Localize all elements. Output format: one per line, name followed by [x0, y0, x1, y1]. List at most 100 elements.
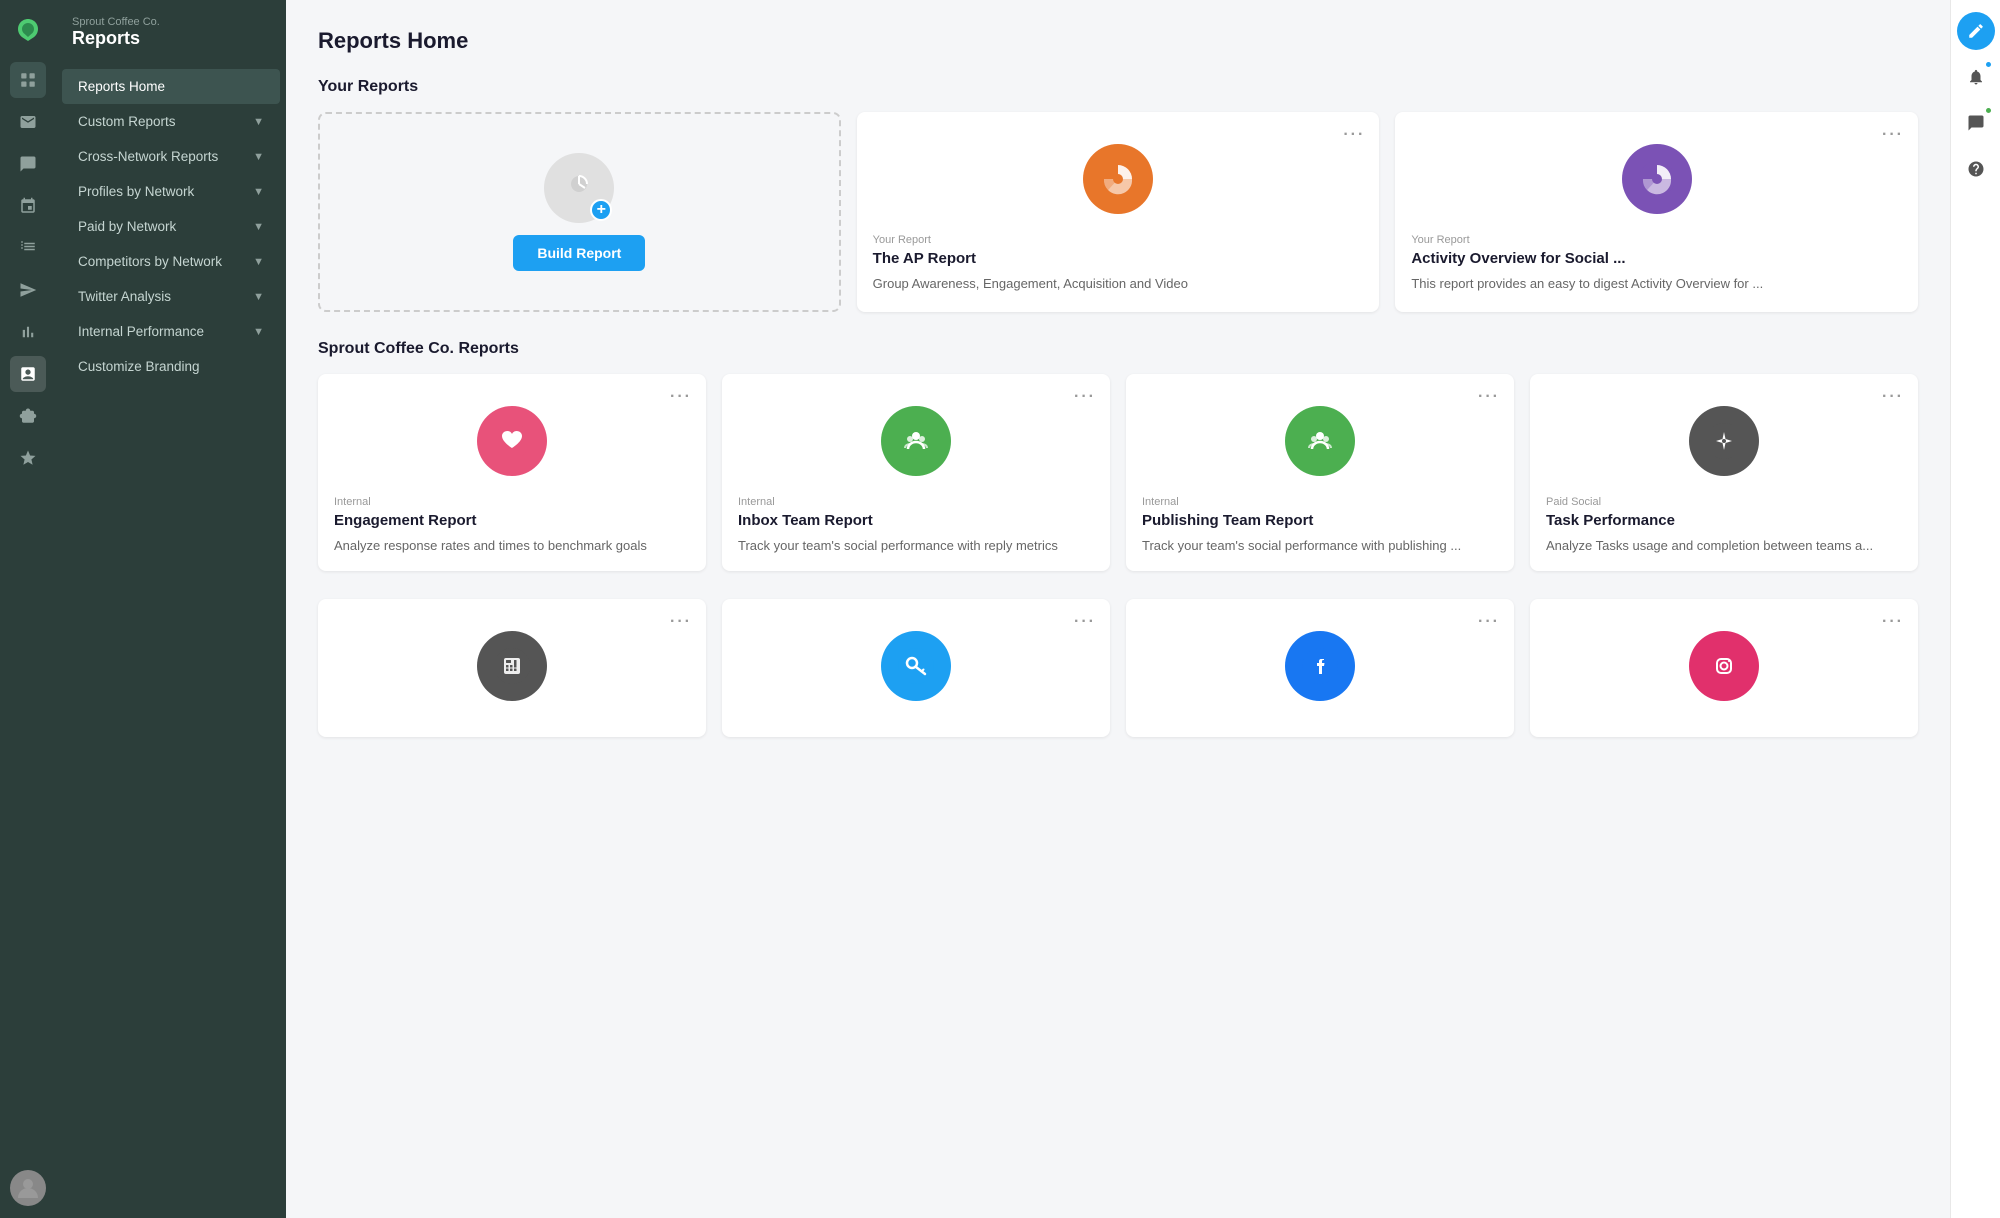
right-bar: [1950, 0, 2000, 1218]
company-report-card-6[interactable]: ···: [722, 599, 1110, 737]
company-reports-section-title: Sprout Coffee Co. Reports: [318, 340, 1918, 358]
facebook-icon-circle: [1285, 631, 1355, 701]
sidebar-item-internal-performance[interactable]: Internal Performance ▼: [62, 314, 280, 349]
card-more-menu-8[interactable]: ···: [1074, 613, 1096, 631]
sidebar-item-twitter-analysis[interactable]: Twitter Analysis ▼: [62, 279, 280, 314]
icon-bar: [0, 0, 56, 1218]
company-report-card-5[interactable]: ···: [318, 599, 706, 737]
sidebar-item-label: Cross-Network Reports: [78, 149, 218, 164]
sidebar-item-label: Twitter Analysis: [78, 289, 171, 304]
publishing-team-report-card[interactable]: ··· Internal Publishing Team Report Trac…: [1126, 374, 1514, 571]
card-more-menu-5[interactable]: ···: [1478, 388, 1500, 406]
company-reports-grid-1: ··· Internal Engagement Report Analyze r…: [318, 374, 1918, 571]
calculator-icon-circle: [477, 631, 547, 701]
nav-inbox-icon[interactable]: [10, 104, 46, 140]
your-report-card-1[interactable]: ··· Your Report The AP Report Group Awar…: [857, 112, 1380, 312]
report-icon-circle-1: [1083, 144, 1153, 214]
card-more-menu-7[interactable]: ···: [670, 613, 692, 631]
chevron-down-icon: ▼: [253, 116, 264, 128]
card-more-menu-1[interactable]: ···: [1343, 126, 1365, 144]
feedback-button[interactable]: [1957, 104, 1995, 142]
nav-bot-icon[interactable]: [10, 398, 46, 434]
nav-send-icon[interactable]: [10, 272, 46, 308]
card-more-menu-10[interactable]: ···: [1882, 613, 1904, 631]
chevron-down-icon: ▼: [253, 326, 264, 338]
task-performance-desc: Analyze Tasks usage and completion betwe…: [1546, 537, 1902, 555]
report-label-2: Your Report: [1411, 234, 1902, 246]
sidebar: Sprout Coffee Co. Reports Reports Home C…: [56, 0, 286, 1218]
report-desc-2: This report provides an easy to digest A…: [1411, 275, 1902, 293]
publishing-team-desc: Track your team's social performance wit…: [1142, 537, 1498, 555]
your-reports-grid: + Build Report ··· Your Report The AP Re…: [318, 112, 1918, 312]
sidebar-item-custom-reports[interactable]: Custom Reports ▼: [62, 104, 280, 139]
page-title: Reports Home: [318, 28, 1918, 54]
sidebar-company: Sprout Coffee Co.: [72, 16, 270, 28]
sidebar-section: Reports: [72, 28, 270, 49]
sidebar-item-cross-network[interactable]: Cross-Network Reports ▼: [62, 139, 280, 174]
inbox-team-label: Internal: [738, 496, 1094, 508]
task-performance-icon-circle: [1689, 406, 1759, 476]
your-report-card-2[interactable]: ··· Your Report Activity Overview for So…: [1395, 112, 1918, 312]
publishing-team-name: Publishing Team Report: [1142, 512, 1498, 529]
card-more-menu-3[interactable]: ···: [670, 388, 692, 406]
add-report-icon: +: [590, 199, 612, 221]
publishing-team-label: Internal: [1142, 496, 1498, 508]
engagement-label: Internal: [334, 496, 690, 508]
sidebar-item-label: Competitors by Network: [78, 254, 222, 269]
nav-reports-icon[interactable]: [10, 356, 46, 392]
sidebar-item-label: Profiles by Network: [78, 184, 194, 199]
engagement-report-card[interactable]: ··· Internal Engagement Report Analyze r…: [318, 374, 706, 571]
inbox-team-icon-circle: [881, 406, 951, 476]
chevron-down-icon: ▼: [253, 291, 264, 303]
sidebar-item-paid-by-network[interactable]: Paid by Network ▼: [62, 209, 280, 244]
main-content: Reports Home Your Reports + Build Report…: [286, 0, 1950, 1218]
chevron-down-icon: ▼: [253, 256, 264, 268]
company-report-card-8[interactable]: ···: [1530, 599, 1918, 737]
card-more-menu-6[interactable]: ···: [1882, 388, 1904, 406]
sprout-logo-icon[interactable]: [10, 12, 46, 48]
card-more-menu-2[interactable]: ···: [1882, 126, 1904, 144]
sidebar-item-label: Internal Performance: [78, 324, 204, 339]
task-performance-label: Paid Social: [1546, 496, 1902, 508]
inbox-team-desc: Track your team's social performance wit…: [738, 537, 1094, 555]
publishing-team-icon-circle: [1285, 406, 1355, 476]
sidebar-item-label: Reports Home: [78, 79, 165, 94]
build-report-icon: +: [544, 153, 614, 223]
sidebar-item-profiles-by-network[interactable]: Profiles by Network ▼: [62, 174, 280, 209]
help-button[interactable]: [1957, 150, 1995, 188]
chevron-down-icon: ▼: [253, 151, 264, 163]
engagement-desc: Analyze response rates and times to benc…: [334, 537, 690, 555]
sidebar-item-label: Custom Reports: [78, 114, 176, 129]
build-report-card[interactable]: + Build Report: [318, 112, 841, 312]
key-icon-circle: [881, 631, 951, 701]
nav-pin-icon[interactable]: [10, 188, 46, 224]
sidebar-item-customize-branding[interactable]: Customize Branding: [62, 349, 280, 384]
nav-list-icon[interactable]: [10, 230, 46, 266]
inbox-team-report-card[interactable]: ··· Internal Inbox Team Report Track you…: [722, 374, 1110, 571]
report-name-2: Activity Overview for Social ...: [1411, 250, 1902, 267]
sidebar-brand: Sprout Coffee Co. Reports: [56, 16, 286, 69]
notification-badge: [1984, 60, 1993, 69]
card-more-menu-4[interactable]: ···: [1074, 388, 1096, 406]
report-icon-circle-2: [1622, 144, 1692, 214]
nav-messages-icon[interactable]: [10, 146, 46, 182]
engagement-icon-circle: [477, 406, 547, 476]
sidebar-item-label: Paid by Network: [78, 219, 176, 234]
compose-button[interactable]: [1957, 12, 1995, 50]
sidebar-item-competitors-by-network[interactable]: Competitors by Network ▼: [62, 244, 280, 279]
your-reports-section-title: Your Reports: [318, 78, 1918, 96]
instagram-icon-circle: [1689, 631, 1759, 701]
inbox-team-name: Inbox Team Report: [738, 512, 1094, 529]
company-report-card-7[interactable]: ···: [1126, 599, 1514, 737]
user-avatar[interactable]: [10, 1170, 46, 1206]
build-report-button[interactable]: Build Report: [513, 235, 645, 271]
task-performance-card[interactable]: ··· Paid Social Task Performance Analyze…: [1530, 374, 1918, 571]
nav-analytics-icon[interactable]: [10, 314, 46, 350]
notifications-button[interactable]: [1957, 58, 1995, 96]
engagement-name: Engagement Report: [334, 512, 690, 529]
card-more-menu-9[interactable]: ···: [1478, 613, 1500, 631]
company-reports-grid-2: ··· ···: [318, 599, 1918, 737]
nav-compose-icon[interactable]: [10, 62, 46, 98]
sidebar-item-reports-home[interactable]: Reports Home: [62, 69, 280, 104]
nav-star-icon[interactable]: [10, 440, 46, 476]
